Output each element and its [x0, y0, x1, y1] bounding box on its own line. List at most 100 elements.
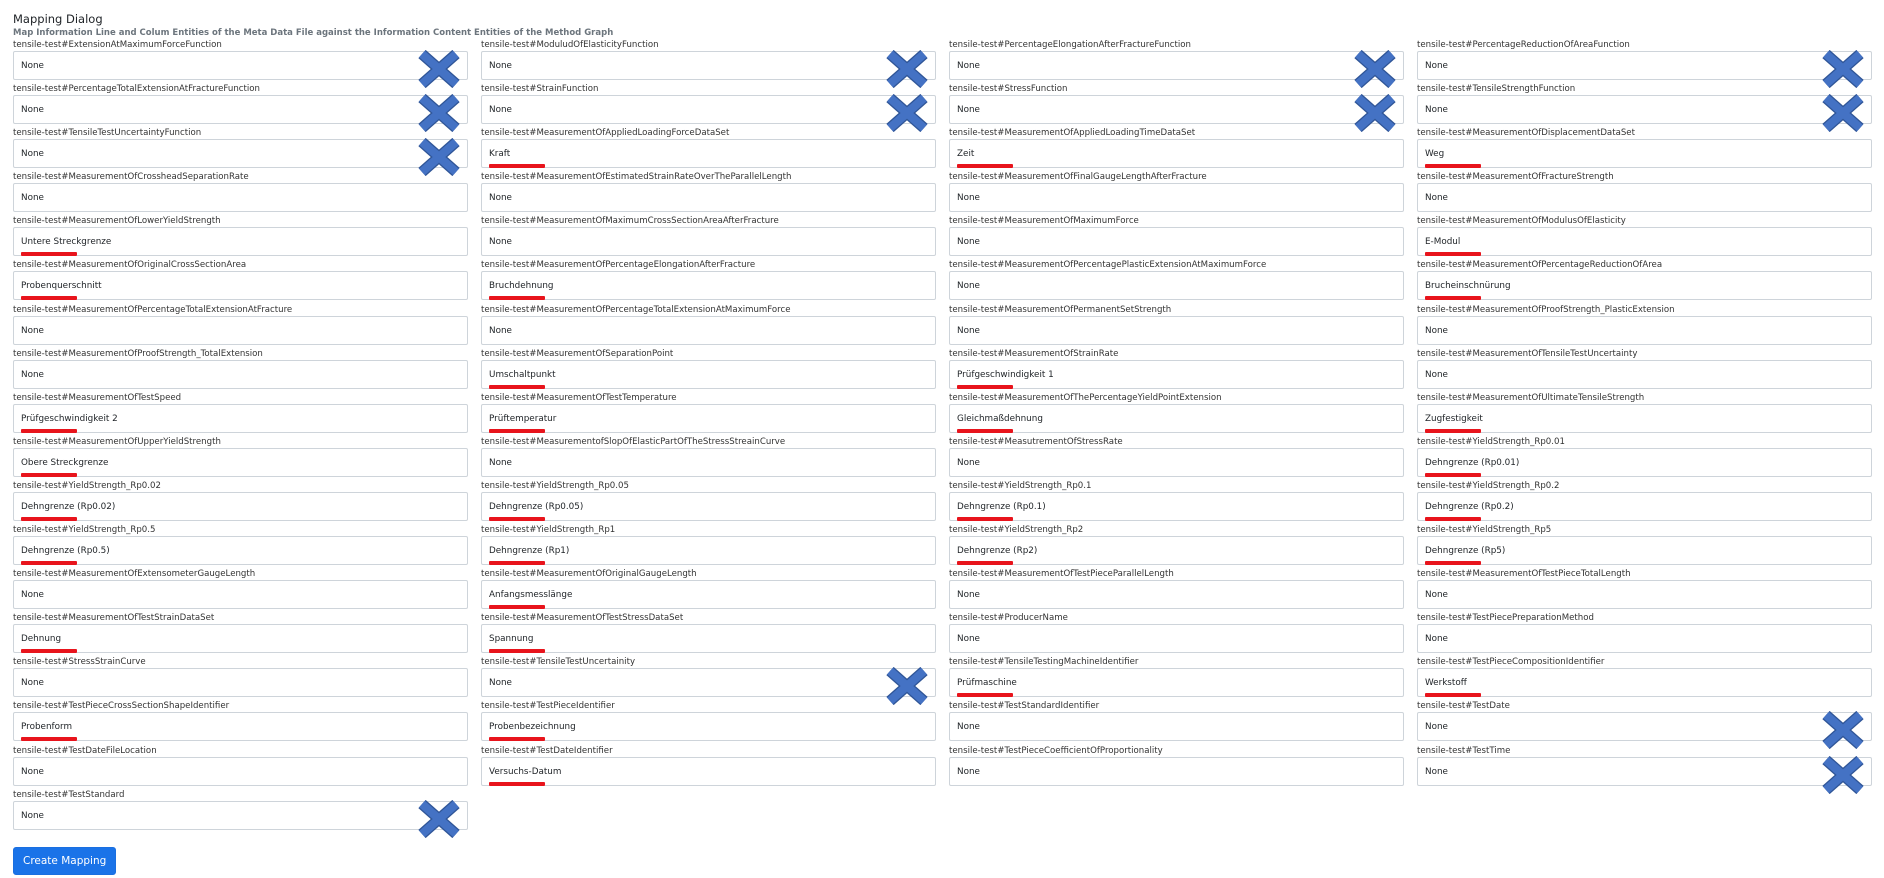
field-select[interactable]: Umschaltpunkt	[481, 359, 936, 389]
field-select[interactable]: Anfangsmesslänge	[481, 580, 936, 610]
field-select[interactable]: None	[949, 51, 1404, 80]
field-select[interactable]: None	[1417, 580, 1872, 610]
field-select[interactable]: Dehngrenze (Rp1)	[481, 536, 936, 566]
field-select[interactable]: None	[1417, 756, 1872, 786]
field-select[interactable]: None	[481, 51, 936, 80]
field-select[interactable]: None	[481, 95, 936, 125]
field-select[interactable]: Dehnung	[13, 624, 468, 654]
close-icon[interactable]	[1354, 94, 1396, 133]
field-select[interactable]: None	[949, 227, 1404, 257]
field-select[interactable]: E-Modul	[1417, 227, 1872, 257]
close-icon[interactable]	[886, 667, 928, 706]
mapping-field: tensile-test#TestTime None	[1417, 745, 1872, 794]
mapping-field: tensile-test#MeasurementOfTestPieceTotal…	[1417, 569, 1872, 613]
field-select[interactable]: None	[1417, 51, 1872, 80]
field-select[interactable]: None	[949, 756, 1404, 786]
field-label: tensile-test#MeasurementOfMaximumForce	[949, 216, 1139, 227]
close-icon[interactable]	[418, 50, 460, 88]
field-select[interactable]: None	[13, 359, 468, 389]
field-select[interactable]: Versuchs-Datum	[481, 756, 936, 786]
field-select[interactable]: None	[949, 315, 1404, 345]
field-select[interactable]: None	[1417, 315, 1872, 345]
field-select[interactable]: None	[13, 668, 468, 698]
close-icon[interactable]	[1354, 50, 1396, 88]
field-select[interactable]: None	[949, 712, 1404, 742]
field-label: tensile-test#TensileTestingMachineIdenti…	[949, 657, 1139, 668]
field-select[interactable]: None	[481, 227, 936, 257]
field-value: None	[957, 193, 980, 204]
field-select[interactable]: None	[1417, 183, 1872, 213]
field-select[interactable]: Obere Streckgrenze	[13, 447, 468, 477]
field-select[interactable]: None	[949, 447, 1404, 477]
field-select[interactable]: None	[949, 624, 1404, 654]
field-select[interactable]: None	[1417, 95, 1872, 125]
field-select[interactable]: Probenquerschnitt	[13, 271, 468, 301]
field-label: tensile-test#TestTime	[1417, 745, 1511, 756]
close-icon[interactable]	[886, 94, 928, 133]
create-mapping-button[interactable]: Create Mapping	[13, 847, 117, 875]
field-select[interactable]: Prüfgeschwindigkeit 1	[949, 359, 1404, 389]
field-select[interactable]: None	[1417, 712, 1872, 742]
field-select[interactable]: None	[949, 183, 1404, 213]
field-select[interactable]: Dehngrenze (Rp0.2)	[1417, 491, 1872, 521]
field-select[interactable]: Werkstoff	[1417, 668, 1872, 698]
field-select[interactable]: Bruchdehnung	[481, 271, 936, 301]
close-icon[interactable]	[418, 94, 460, 133]
field-select[interactable]: Spannung	[481, 624, 936, 654]
field-select[interactable]: None	[949, 580, 1404, 610]
field-select[interactable]: Gleichmaßdehnung	[949, 403, 1404, 433]
field-select[interactable]: None	[481, 183, 936, 213]
field-label: tensile-test#MeasurementOfSeparationPoin…	[481, 348, 674, 359]
field-label: tensile-test#MeasurementOfAppliedLoading…	[949, 128, 1196, 139]
field-select[interactable]: None	[1417, 624, 1872, 654]
field-select[interactable]: None	[13, 139, 468, 169]
field-select[interactable]: None	[13, 51, 468, 80]
field-select[interactable]: None	[481, 447, 936, 477]
field-select[interactable]: Weg	[1417, 139, 1872, 169]
field-select[interactable]: Zeit	[949, 139, 1404, 169]
field-value: None	[489, 678, 512, 689]
field-label: tensile-test#ExtensionAtMaximumForceFunc…	[13, 40, 222, 50]
mapping-field: tensile-test#TestStandardIdentifier None	[949, 701, 1404, 745]
field-select[interactable]: Prüftemperatur	[481, 403, 936, 433]
field-select[interactable]: None	[13, 756, 468, 786]
field-select[interactable]: Dehngrenze (Rp0.02)	[13, 491, 468, 521]
mapping-field: tensile-test#MeasurementOfFractureStreng…	[1417, 172, 1872, 216]
field-select[interactable]: None	[13, 95, 468, 125]
field-select[interactable]: Dehngrenze (Rp0.5)	[13, 536, 468, 566]
field-select[interactable]: Kraft	[481, 139, 936, 169]
field-select[interactable]: None	[13, 315, 468, 345]
field-select[interactable]: None	[13, 800, 468, 830]
field-select[interactable]: None	[1417, 359, 1872, 389]
field-select[interactable]: Dehngrenze (Rp0.05)	[481, 491, 936, 521]
field-select[interactable]: Brucheinschnürung	[1417, 271, 1872, 301]
close-icon[interactable]	[1822, 50, 1864, 88]
field-select[interactable]: Untere Streckgrenze	[13, 227, 468, 257]
close-icon[interactable]	[418, 799, 460, 838]
field-select[interactable]: None	[481, 668, 936, 698]
close-icon[interactable]	[418, 138, 460, 177]
close-icon[interactable]	[1822, 94, 1864, 133]
field-select[interactable]: Dehngrenze (Rp2)	[949, 536, 1404, 566]
field-select[interactable]: Zugfestigkeit	[1417, 403, 1872, 433]
close-icon[interactable]	[1822, 711, 1864, 750]
field-select[interactable]: Dehngrenze (Rp5)	[1417, 536, 1872, 566]
field-label: tensile-test#MeasurementOfPermanentSetSt…	[949, 304, 1172, 315]
field-select[interactable]: None	[13, 580, 468, 610]
field-select[interactable]: Probenform	[13, 712, 468, 742]
field-select[interactable]: Probenbezeichnung	[481, 712, 936, 742]
close-icon[interactable]	[886, 50, 928, 88]
field-select[interactable]: None	[481, 315, 936, 345]
field-select[interactable]: Dehngrenze (Rp0.1)	[949, 491, 1404, 521]
mapped-indicator	[21, 296, 77, 301]
field-select[interactable]: Prüfgeschwindigkeit 2	[13, 403, 468, 433]
field-select[interactable]: None	[949, 271, 1404, 301]
field-select[interactable]: Dehngrenze (Rp0.01)	[1417, 447, 1872, 477]
field-select[interactable]: None	[13, 183, 468, 213]
field-select[interactable]: Prüfmaschine	[949, 668, 1404, 698]
mapping-field: tensile-test#MeasurementOfTestStressData…	[481, 613, 936, 657]
close-icon[interactable]	[1822, 755, 1864, 794]
field-value: None	[1425, 105, 1448, 116]
field-value: Prüftemperatur	[489, 413, 557, 424]
field-select[interactable]: None	[949, 95, 1404, 125]
